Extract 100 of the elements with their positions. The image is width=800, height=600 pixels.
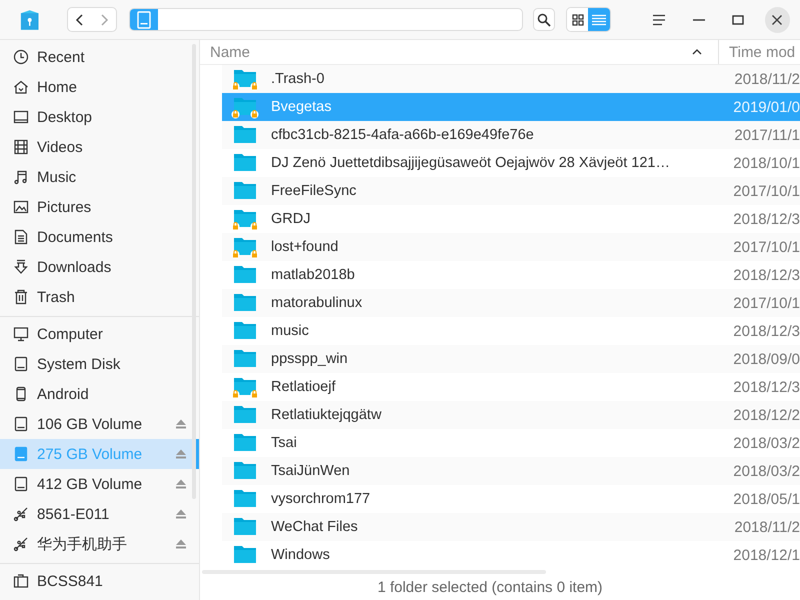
file-row[interactable]: music 2018/12/3: [222, 317, 800, 345]
file-name: ppsspp_win: [271, 351, 349, 367]
modified-time: 2018/12/1: [733, 546, 800, 564]
drive-icon: [13, 416, 29, 432]
file-row[interactable]: matorabulinux 2017/10/1: [222, 289, 800, 317]
sidebar-item[interactable]: Music: [0, 162, 199, 192]
file-row[interactable]: Retlatioejf 2018/12/3: [222, 373, 800, 401]
sidebar-item[interactable]: 412 GB Volume: [0, 469, 199, 499]
back-icon: [75, 14, 86, 26]
column-header[interactable]: Name: [200, 40, 719, 64]
trash-icon: [13, 289, 29, 305]
sidebar-item[interactable]: Android: [0, 379, 199, 409]
icon-view-button[interactable]: [567, 8, 588, 31]
status-text: 1 folder selected (contains 0 item): [376, 578, 604, 598]
drive-icon: [13, 446, 29, 462]
file-name: .Trash-0: [271, 71, 326, 87]
modified-time: 2018/09/0: [733, 350, 800, 368]
modified-time: 2018/05/1: [733, 490, 800, 508]
modified-time: 2017/11/1: [734, 126, 800, 144]
search-button[interactable]: [532, 8, 555, 31]
file-name: cfbc31cb-8215-4afa-a66b-e169e49fe76e: [271, 127, 535, 143]
file-row[interactable]: WeChat Files 2018/11/2: [222, 513, 800, 541]
menu-icon: [652, 14, 666, 26]
modified-time: 2018/11/2: [734, 518, 800, 536]
file-row[interactable]: Tsai 2018/03/2: [222, 429, 800, 457]
file-name: FreeFileSync: [271, 183, 358, 199]
sidebar-item[interactable]: Pictures: [0, 192, 199, 222]
sort-caret-icon: [692, 49, 702, 55]
music-note-icon: [13, 169, 29, 185]
usb-icon: [13, 536, 29, 552]
maximize-icon: [732, 14, 744, 26]
modified-time: 2019/01/0: [733, 98, 800, 116]
modified-time: 2018/12/3: [733, 210, 800, 228]
modified-time: 2017/10/1: [733, 238, 800, 256]
file-name: GRDJ: [271, 211, 312, 227]
picture-icon: [13, 199, 29, 215]
file-row[interactable]: lost+found 2017/10/1: [222, 233, 800, 261]
drive-crumb-button[interactable]: [130, 9, 158, 30]
address-bar[interactable]: [129, 8, 523, 31]
eject-icon[interactable]: [175, 479, 187, 489]
drive-icon: [13, 476, 29, 492]
modified-time: 2018/10/1: [733, 154, 800, 172]
file-row[interactable]: vysorchrom177 2018/05/1: [222, 485, 800, 513]
sidebar-item[interactable]: 华为手机助手: [0, 529, 199, 559]
file-name: lost+found: [271, 239, 340, 255]
file-row[interactable]: matlab2018b 2018/12/3: [222, 261, 800, 289]
app-logo-icon: [19, 8, 40, 30]
sidebar-item[interactable]: 8561-E011: [0, 499, 199, 529]
modified-time: 2017/10/1: [733, 182, 800, 200]
file-name: matlab2018b: [271, 267, 356, 283]
file-name: music: [271, 323, 310, 339]
usb-icon: [13, 506, 29, 522]
drive-icon: [13, 356, 29, 372]
search-icon: [536, 12, 551, 26]
modified-time: 2017/10/1: [733, 294, 800, 312]
forward-icon: [99, 14, 110, 26]
file-row[interactable]: ppsspp_win 2018/09/0: [222, 345, 800, 373]
file-name: vysorchrom177: [271, 491, 372, 507]
modified-time: 2018/12/2: [733, 406, 800, 424]
modified-time: 2018/12/3: [733, 266, 800, 284]
sidebar-item[interactable]: 106 GB Volume: [0, 409, 199, 439]
close-icon: [771, 14, 784, 26]
eject-icon[interactable]: [175, 449, 187, 459]
house-icon: [13, 79, 29, 95]
sidebar-item[interactable]: Videos: [0, 132, 199, 162]
file-row[interactable]: .Trash-0 2018/11/2: [222, 65, 800, 93]
file-row[interactable]: GRDJ 2018/12/3: [222, 205, 800, 233]
sidebar-item[interactable]: Recent: [0, 42, 199, 72]
modified-time: 2018/12/3: [733, 322, 800, 340]
eject-icon[interactable]: [175, 509, 187, 519]
modified-time: 2018/03/2: [733, 462, 800, 480]
file-name: Retlatioejf: [271, 379, 336, 395]
sidebar-item[interactable]: BCSS841: [0, 566, 199, 596]
eject-icon[interactable]: [175, 419, 187, 429]
modified-time: 2018/03/2: [733, 434, 800, 452]
sidebar-item[interactable]: System Disk: [0, 349, 199, 379]
sidebar-item[interactable]: Home: [0, 72, 199, 102]
modified-time: 2018/11/2: [734, 70, 800, 88]
file-row[interactable]: Retlatiuktejqgätw 2018/12/2: [222, 401, 800, 429]
monitor-icon: [13, 326, 29, 342]
desktop-icon: [13, 109, 29, 125]
file-name: WeChat Files: [271, 519, 359, 535]
file-row[interactable]: TsaiJünWen 2018/03/2: [222, 457, 800, 485]
file-row[interactable]: FreeFileSync 2017/10/1: [222, 177, 800, 205]
column-header[interactable]: Time mod: [719, 40, 796, 64]
sidebar-item[interactable]: Computer: [0, 319, 199, 349]
file-name: Windows: [271, 547, 331, 563]
sidebar-item[interactable]: Documents: [0, 222, 199, 252]
clock-icon: [13, 49, 29, 65]
sidebar-item[interactable]: Downloads: [0, 252, 199, 282]
close-button[interactable]: [764, 6, 790, 32]
sidebar-item[interactable]: Desktop: [0, 102, 199, 132]
file-row[interactable]: cfbc31cb-8215-4afa-a66b-e169e49fe76e 2017/11/1: [222, 121, 800, 149]
file-row[interactable]: DJ Zenö Juettetdibsajjijegüsaweöt Oejajwöv 28 Xävjeöt 121… 2018/10/1: [222, 149, 800, 177]
sidebar-item[interactable]: Trash: [0, 282, 199, 312]
file-row[interactable]: Windows 2018/12/1: [222, 541, 800, 569]
file-name: Bvegetas: [271, 99, 332, 115]
file-name: Tsai: [271, 435, 298, 451]
eject-icon[interactable]: [175, 539, 187, 549]
file-name: TsaiJünWen: [271, 463, 351, 479]
